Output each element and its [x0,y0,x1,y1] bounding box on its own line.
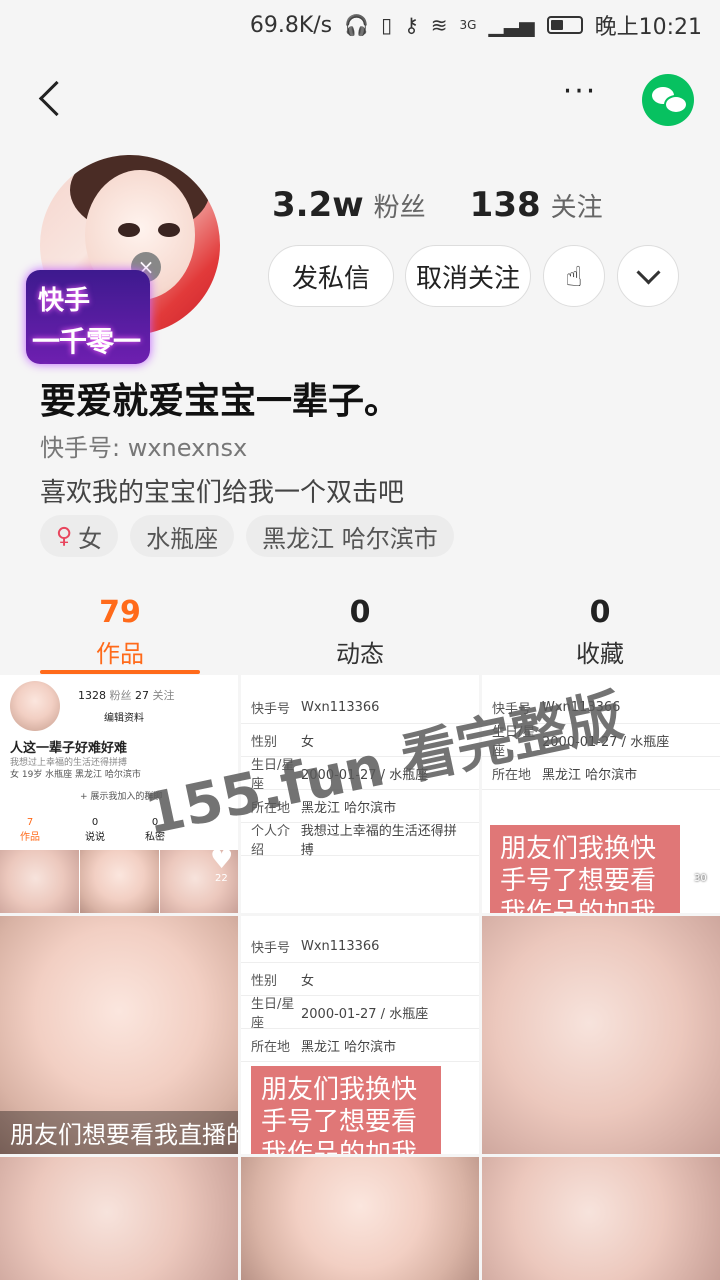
vibrate-icon: ▯ [381,13,393,37]
status-bar: 69.8K/s 🎧 ▯ ⚷ ≋ 3G ▁▃▅ 晚上10:21 [0,0,720,50]
heart-icon: ♥ [690,845,714,875]
video-thumb-6[interactable] [482,916,720,1154]
touch-button[interactable]: ☝ [543,245,605,307]
unfollow-button[interactable]: 取消关注 [405,245,531,307]
video-thumb-4[interactable]: 朋友们想要看我直播的宝 [0,916,238,1154]
signal-icon: ▁▃▅ [488,13,535,37]
headphones-icon: 🎧 [344,13,370,37]
chevron-down-icon [635,259,661,285]
kuaishou-badge: 快手 一千零一夜 [26,270,150,364]
female-icon: ♀ [56,523,73,549]
battery-icon [546,16,583,34]
message-button[interactable]: 发私信 [268,245,394,307]
tab-favorites[interactable]: 0 收藏 [480,595,720,669]
tab-moments[interactable]: 0 动态 [240,595,480,669]
video-thumb-5[interactable]: 快手号 Wxn113366 性别女 生日/星座 2000-01-27 / 水瓶座 所… [241,916,479,1154]
heart-icon: ♥ [210,845,234,875]
top-bar: ··· [0,60,720,140]
wechat-icon[interactable] [642,74,694,126]
profile-tags: ♀ 女 水瓶座 黑龙江 哈尔滨市 [40,515,454,557]
network-type: 3G [459,18,477,32]
tag-location: 黑龙江 哈尔滨市 [246,515,454,557]
fans-label[interactable]: 粉丝 [374,187,426,224]
tag-constellation: 水瓶座 [130,515,235,557]
profile-name: 要爱就爱宝宝一辈子。 [40,381,401,422]
tab-works[interactable]: 79 作品 [0,595,240,669]
more-button[interactable]: ··· [556,77,604,112]
kuaishou-id: 快手号: wxnexnsx [40,434,248,462]
profile-bio: 喜欢我的宝宝们给我一个双击吧 [40,478,405,508]
video-thumb-9[interactable] [482,1157,720,1280]
key-icon: ⚷ [404,13,419,37]
fans-count[interactable]: 3.2w [272,185,364,225]
badge-title: 快手 [38,286,91,316]
hand-pointer-icon: ☝ [565,259,583,293]
tag-gender: ♀ 女 [40,515,119,557]
network-speed: 69.8K/s [249,12,333,38]
video-thumb-7[interactable] [0,1157,238,1280]
following-label[interactable]: 关注 [551,187,603,224]
expand-button[interactable] [617,245,679,307]
video-thumb-8[interactable] [241,1157,479,1280]
back-button[interactable] [30,74,74,126]
following-count[interactable]: 138 [470,185,541,225]
profile-stats: 3.2w 粉丝 138 关注 [272,185,647,225]
badge-subtitle: 一千零一夜 [32,325,141,358]
clock: 晚上10:21 [594,15,702,40]
tab-indicator [40,670,200,674]
wifi-icon: ≋ [430,13,448,37]
content-tabs: 79 作品 0 动态 0 收藏 [0,595,720,674]
